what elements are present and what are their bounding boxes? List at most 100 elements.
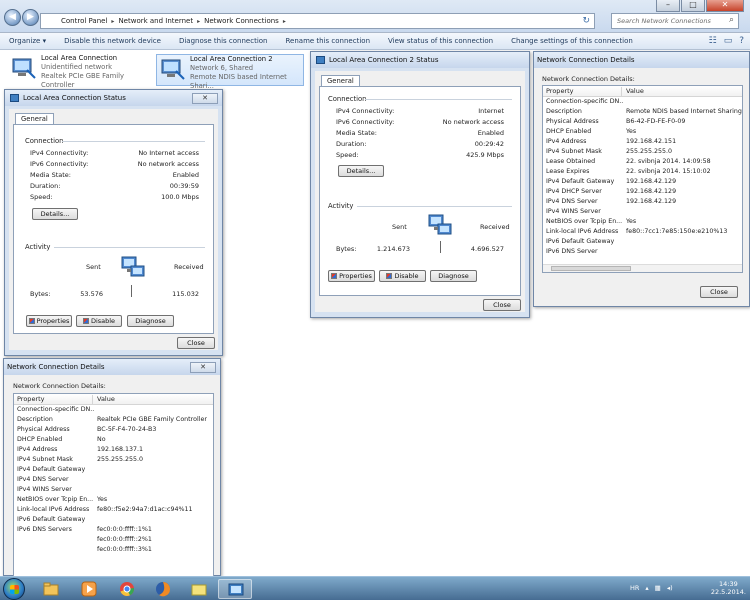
rename-connection-button[interactable]: Rename this connection — [277, 37, 380, 45]
organize-button[interactable]: Organize ▾ — [0, 37, 55, 45]
table-row[interactable]: Description Remote NDIS based Internet Sh… — [543, 107, 742, 117]
close-icon[interactable]: ✕ — [192, 93, 218, 104]
minimize-button[interactable]: – — [656, 0, 680, 12]
window-title-bar[interactable]: Network Connection Details — [534, 52, 749, 68]
property-cell: IPv4 WINS Server — [17, 486, 72, 493]
diagnose-connection-button[interactable]: Diagnose this connection — [170, 37, 277, 45]
table-row[interactable]: DHCP Enabled No — [14, 435, 213, 445]
explorer-taskbar-icon[interactable] — [34, 579, 68, 599]
column-value[interactable]: Value — [626, 86, 644, 96]
table-row[interactable]: DHCP Enabled Yes — [543, 127, 742, 137]
connection-item-lan-2[interactable]: Local Area Connection 2 Network 6, Share… — [156, 54, 304, 90]
table-row[interactable]: IPv4 DNS Server — [14, 475, 213, 485]
details-button[interactable]: Details... — [32, 208, 78, 220]
view-options-icon[interactable]: ☷ — [709, 36, 717, 46]
connection-group-label: Connection — [25, 137, 64, 145]
table-row[interactable]: Lease Obtained 22. svibnja 2014. 14:09:58 — [543, 157, 742, 167]
disable-device-button[interactable]: Disable this network device — [55, 37, 170, 45]
breadcrumb-control-panel[interactable]: Control Panel — [61, 17, 107, 25]
connection-item-lan[interactable]: Local Area Connection Unidentified netwo… — [8, 54, 158, 89]
table-row[interactable]: Physical Address B6-42-FD-FE-F0-09 — [543, 117, 742, 127]
media-player-taskbar-icon[interactable] — [72, 579, 106, 599]
language-indicator[interactable]: HR — [630, 584, 639, 592]
table-row[interactable]: IPv6 DNS Server — [543, 247, 742, 257]
change-settings-button[interactable]: Change settings of this connection — [502, 37, 642, 45]
column-value[interactable]: Value — [97, 394, 115, 404]
value-cell: 192.168.42.151 — [626, 138, 677, 145]
table-row[interactable]: NetBIOS over Tcpip En... Yes — [14, 495, 213, 505]
window-title-bar[interactable]: Network Connection Details ✕ — [4, 359, 220, 375]
table-row[interactable]: Connection-specific DN... — [14, 405, 213, 415]
properties-button[interactable]: Properties — [328, 270, 375, 282]
duration-value: 00:29:42 — [474, 140, 504, 148]
firefox-taskbar-icon[interactable] — [146, 579, 180, 599]
table-row[interactable]: Connection-specific DN... — [543, 97, 742, 107]
clock[interactable]: 14:39 22.5.2014. — [711, 580, 746, 596]
details-button[interactable]: Details... — [338, 165, 384, 177]
refresh-icon[interactable]: ↻ — [582, 16, 590, 26]
table-row[interactable]: IPv6 DNS Servers fec0:0:0:ffff::1%1 — [14, 525, 213, 535]
table-row[interactable]: IPv4 WINS Server — [14, 485, 213, 495]
diagnose-button[interactable]: Diagnose — [430, 270, 477, 282]
search-icon[interactable]: ⌕ — [729, 15, 734, 25]
table-row[interactable]: IPv4 Subnet Mask 255.255.255.0 — [543, 147, 742, 157]
table-row[interactable]: IPv6 Default Gateway — [14, 515, 213, 525]
window-title-bar[interactable]: Local Area Connection 2 Status — [311, 52, 529, 68]
table-row[interactable]: Lease Expires 22. svibnja 2014. 15:10:02 — [543, 167, 742, 177]
column-property[interactable]: Property — [17, 394, 45, 404]
help-icon[interactable]: ? — [739, 36, 744, 46]
explorer-folder-taskbar-icon[interactable] — [182, 579, 216, 599]
chrome-taskbar-icon[interactable] — [110, 579, 144, 599]
view-status-button[interactable]: View status of this connection — [379, 37, 502, 45]
properties-button[interactable]: Properties — [26, 315, 72, 327]
tray-arrow-icon[interactable]: ▴ — [645, 584, 648, 592]
volume-icon[interactable]: ◂) — [667, 584, 673, 592]
table-row[interactable]: IPv4 Subnet Mask 255.255.255.0 — [14, 455, 213, 465]
search-input[interactable]: Search Network Connections ⌕ — [611, 13, 739, 29]
received-label: Received — [174, 263, 204, 271]
preview-pane-icon[interactable]: ▭ — [724, 36, 733, 46]
column-property[interactable]: Property — [546, 86, 574, 96]
table-row[interactable]: Physical Address BC-5F-F4-70-24-B3 — [14, 425, 213, 435]
breadcrumb-network-connections[interactable]: Network Connections — [204, 17, 279, 25]
table-row[interactable]: IPv4 DNS Server 192.168.42.129 — [543, 197, 742, 207]
start-button[interactable] — [3, 578, 25, 600]
maximize-button[interactable]: □ — [681, 0, 705, 12]
disable-button[interactable]: Disable — [76, 315, 122, 327]
table-row[interactable]: IPv4 WINS Server — [543, 207, 742, 217]
table-row[interactable]: IPv4 Default Gateway 192.168.42.129 — [543, 177, 742, 187]
duration-label: Duration: — [30, 182, 61, 190]
horizontal-scrollbar[interactable] — [543, 264, 742, 272]
table-row[interactable]: Link-local IPv6 Address fe80::7cc1:7e85:1… — [543, 227, 742, 237]
table-row[interactable]: IPv4 Address 192.168.42.151 — [543, 137, 742, 147]
close-icon[interactable]: ✕ — [190, 362, 216, 373]
value-cell: No — [97, 436, 106, 443]
value-cell: 192.168.42.129 — [626, 198, 677, 205]
close-window-button[interactable]: ✕ — [706, 0, 744, 12]
close-button[interactable]: Close — [177, 337, 215, 349]
breadcrumb-network-internet[interactable]: Network and Internet — [118, 17, 193, 25]
property-cell: IPv4 Subnet Mask — [17, 456, 73, 463]
back-button[interactable]: ◀ — [4, 9, 21, 26]
table-row[interactable]: fec0:0:0:ffff::2%1 — [14, 535, 213, 545]
table-row[interactable]: NetBIOS over Tcpip En... Yes — [543, 217, 742, 227]
details-list[interactable]: Property Value Connection-specific DN...… — [542, 85, 743, 273]
forward-button[interactable]: ▶ — [22, 9, 39, 26]
close-button[interactable]: Close — [483, 299, 521, 311]
table-row[interactable]: Description Realtek PCIe GBE Family Contr… — [14, 415, 213, 425]
network-tray-icon[interactable]: ▦ — [655, 584, 661, 592]
table-row[interactable]: IPv4 DHCP Server 192.168.42.129 — [543, 187, 742, 197]
details-list[interactable]: Property Value Connection-specific DN...… — [13, 393, 214, 579]
table-row[interactable]: IPv4 Default Gateway — [14, 465, 213, 475]
table-row[interactable]: IPv4 Address 192.168.137.1 — [14, 445, 213, 455]
address-field[interactable]: Control Panel ▸ Network and Internet ▸ N… — [40, 13, 595, 29]
network-connections-taskbar-icon[interactable] — [218, 579, 252, 599]
table-row[interactable]: Link-local IPv6 Address fe80::f5e2:94a7:d… — [14, 505, 213, 515]
disable-button[interactable]: Disable — [379, 270, 426, 282]
connection-name: Local Area Connection — [41, 54, 118, 62]
window-title-bar[interactable]: Local Area Connection Status ✕ — [5, 90, 222, 106]
table-row[interactable]: fec0:0:0:ffff::3%1 — [14, 545, 213, 555]
table-row[interactable]: IPv6 Default Gateway — [543, 237, 742, 247]
diagnose-button[interactable]: Diagnose — [127, 315, 174, 327]
close-button[interactable]: Close — [700, 286, 738, 298]
